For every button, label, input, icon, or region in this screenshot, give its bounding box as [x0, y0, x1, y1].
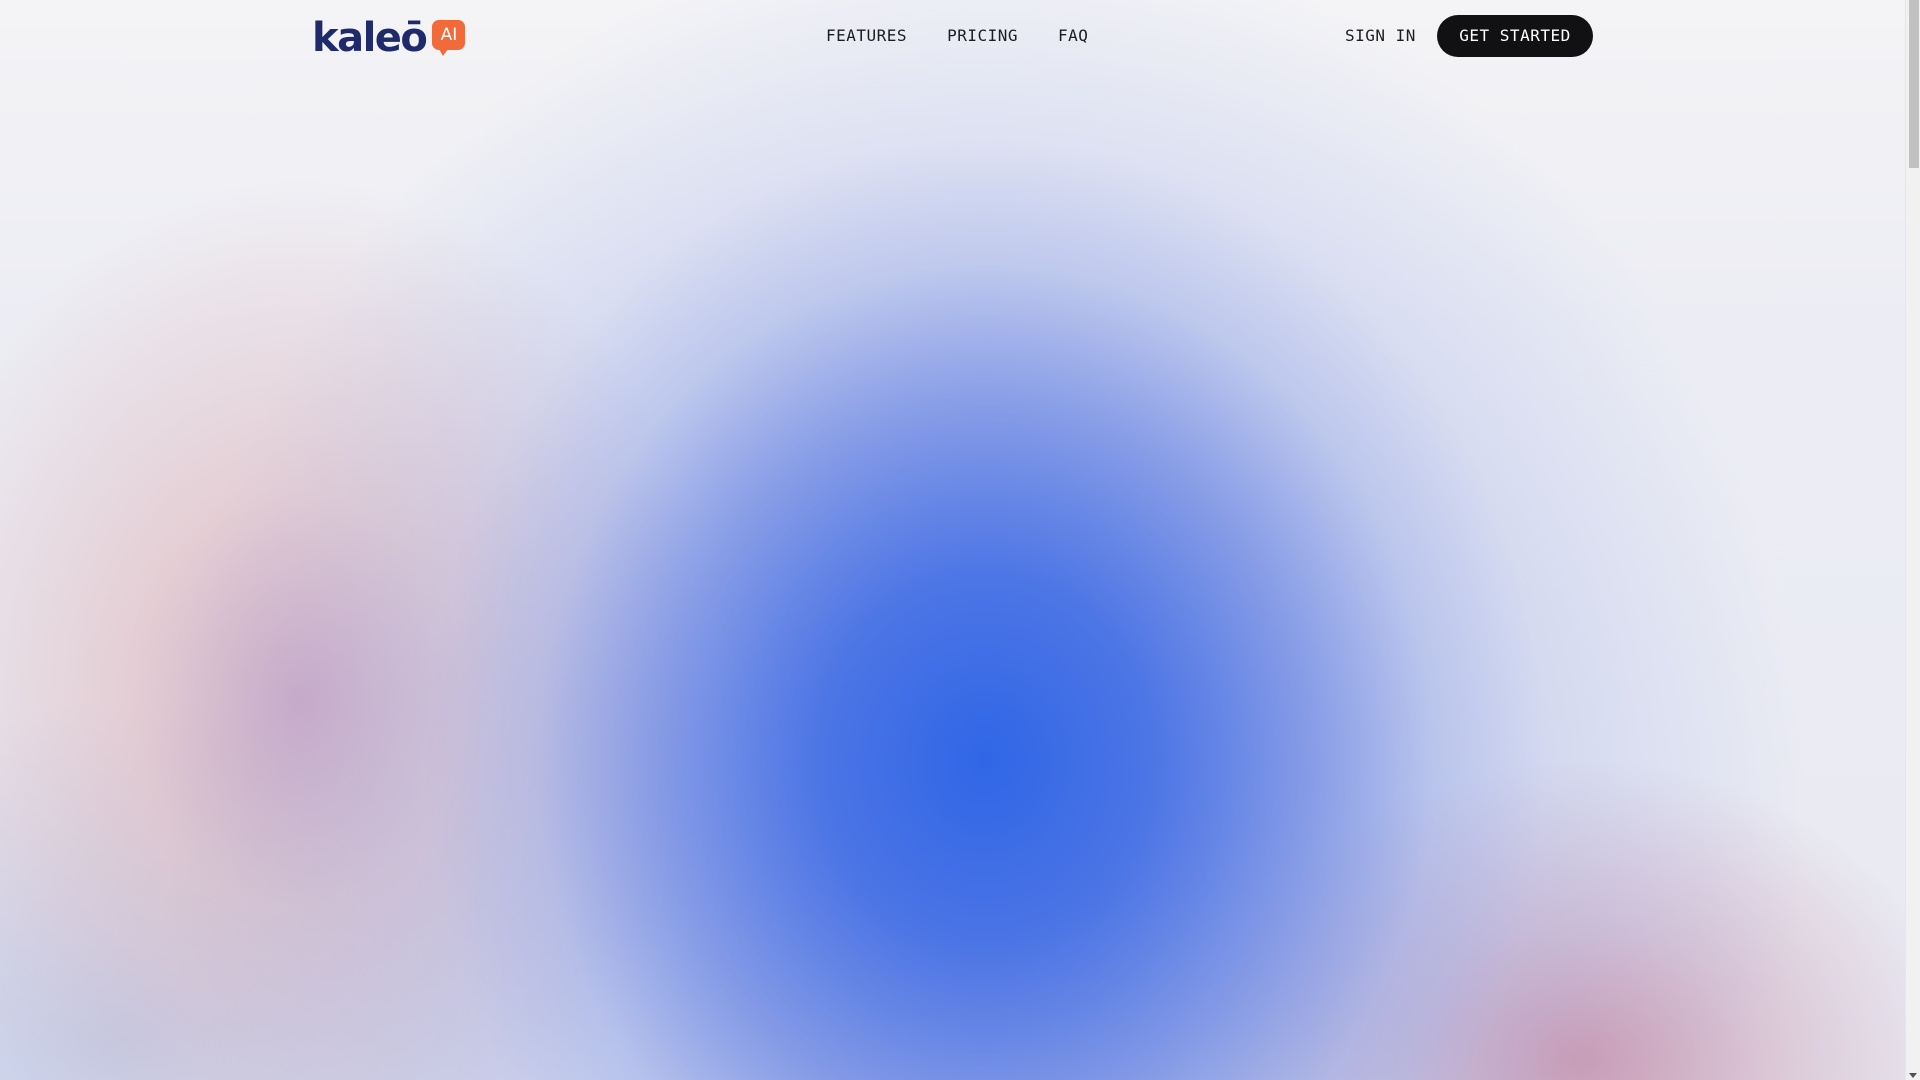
scrollbar-thumb[interactable] [1909, 0, 1919, 168]
nav-link-features[interactable]: FEATURES [826, 24, 907, 48]
nav-link-faq[interactable]: FAQ [1058, 24, 1088, 48]
sign-in-link[interactable]: SIGN IN [1345, 24, 1416, 48]
nav-link-pricing[interactable]: PRICING [947, 24, 1018, 48]
hero-gradient-background [0, 0, 1905, 1080]
logo-ai-badge: AI [432, 20, 466, 56]
site-header: kaleō AI FEATURES PRICING FAQ SIGN IN GE… [0, 0, 1905, 72]
scroll-down-arrow-icon[interactable] [1909, 1073, 1917, 1078]
page-scrollbar[interactable] [1905, 0, 1920, 1080]
logo[interactable]: kaleō AI [312, 14, 466, 61]
logo-wordmark: kaleō [312, 15, 428, 61]
get-started-button[interactable]: GET STARTED [1437, 15, 1593, 57]
main-nav: FEATURES PRICING FAQ [826, 24, 1088, 48]
